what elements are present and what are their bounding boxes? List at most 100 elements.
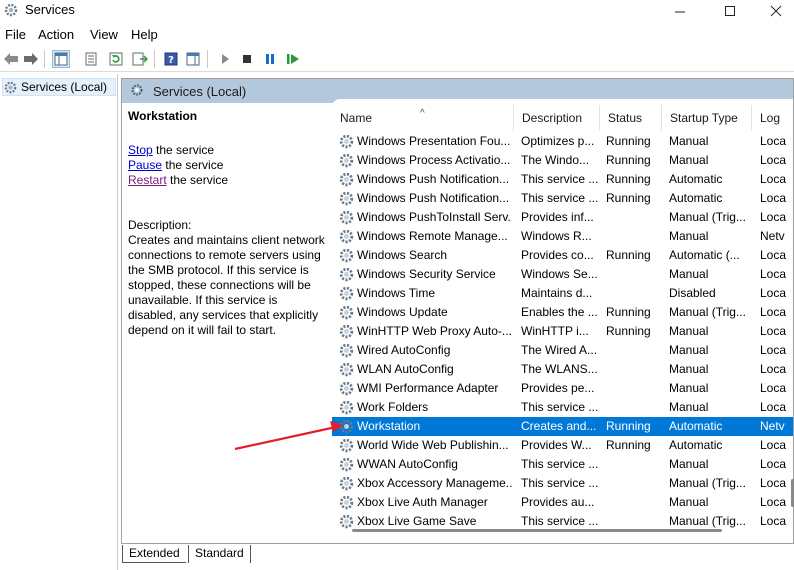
service-gear-icon: [338, 437, 355, 454]
tree-item-services-local[interactable]: Services (Local): [2, 78, 116, 96]
service-gear-icon: [338, 209, 355, 226]
back-button[interactable]: [2, 50, 20, 68]
column-header-description[interactable]: Description: [514, 105, 600, 131]
help-icon: ?: [164, 52, 178, 66]
cell-name: WMI Performance Adapter: [357, 381, 499, 395]
menu-action[interactable]: Action: [38, 27, 74, 42]
cell-desc: This service ...: [521, 400, 599, 414]
service-gear-icon: [338, 342, 355, 359]
cell-desc: Optimizes p...: [521, 134, 595, 148]
restart-service-link[interactable]: Restart: [128, 173, 167, 187]
cell-name: Windows PushToInstall Serv...: [357, 210, 512, 224]
cell-log: Netv: [760, 419, 785, 433]
table-row[interactable]: Wired AutoConfig The Wired A... Manual Loca: [332, 341, 793, 360]
forward-arrow-icon: [24, 53, 38, 65]
table-row[interactable]: WLAN AutoConfig The WLANS... Manual Loca: [332, 360, 793, 379]
table-row[interactable]: WMI Performance Adapter Provides pe... Man…: [332, 379, 793, 398]
cell-startup: Manual: [669, 495, 709, 509]
cell-desc: Provides co...: [521, 248, 594, 262]
table-row[interactable]: Work Folders This service ... Manual Loca: [332, 398, 793, 417]
export-list-button[interactable]: [131, 50, 149, 68]
cell-startup: Manual: [669, 362, 709, 376]
table-row[interactable]: Xbox Live Auth Manager Provides au... Manu…: [332, 493, 793, 512]
refresh-icon: [109, 52, 123, 66]
menu-view[interactable]: View: [90, 27, 118, 42]
cell-desc: Creates and...: [521, 419, 597, 433]
table-row[interactable]: Windows Search Provides co... Running Autom…: [332, 246, 793, 265]
cell-name: Windows Presentation Fou...: [357, 134, 511, 148]
cell-log: Loca: [760, 514, 787, 528]
cell-log: Loca: [760, 153, 787, 167]
cell-log: Loca: [760, 495, 787, 509]
column-header-startup-type[interactable]: Startup Type: [662, 105, 752, 131]
cell-startup: Manual (Trig...: [669, 476, 746, 490]
restart-service-button[interactable]: [284, 50, 302, 68]
table-row[interactable]: Windows Process Activatio... The Windo...…: [332, 151, 793, 170]
minimize-button[interactable]: [657, 0, 703, 22]
cell-log: Loca: [760, 343, 787, 357]
table-row[interactable]: Windows Push Notification... This service…: [332, 170, 793, 189]
column-header-label: Log: [760, 111, 781, 125]
service-gear-icon: [338, 228, 355, 245]
cell-desc: This service ...: [521, 191, 599, 205]
title-bar: Services: [0, 0, 794, 22]
table-row[interactable]: Windows Time Maintains d... Disabled Loca: [332, 284, 793, 303]
pane-header-title: Services (Local): [153, 83, 247, 99]
search-gear-icon: [131, 84, 143, 96]
table-row[interactable]: Workstation Creates and... Running Automati…: [332, 417, 793, 436]
service-description: Creates and maintains client network con…: [128, 233, 325, 337]
toolbar-separator: [207, 50, 208, 68]
pause-service-button[interactable]: [261, 50, 279, 68]
cell-status: Running: [606, 248, 651, 262]
table-row[interactable]: World Wide Web Publishin... Provides W...…: [332, 436, 793, 455]
service-gear-icon: [338, 361, 355, 378]
service-detail-panel: Workstation Stop the service Pause the s…: [128, 109, 326, 338]
menu-help[interactable]: Help: [131, 27, 158, 42]
cell-name: WLAN AutoConfig: [357, 362, 454, 376]
table-row[interactable]: Windows Presentation Fou... Optimizes p..…: [332, 132, 793, 151]
pause-service-link[interactable]: Pause: [128, 158, 162, 172]
menu-file[interactable]: File: [5, 27, 26, 42]
service-gear-icon: [338, 380, 355, 397]
action-pane-button[interactable]: [184, 50, 202, 68]
console-tree-icon: [54, 52, 68, 66]
table-row[interactable]: WinHTTP Web Proxy Auto-... WinHTTP i... Ru…: [332, 322, 793, 341]
column-header-status[interactable]: Status: [600, 105, 662, 131]
show-hide-console-tree-button[interactable]: [52, 50, 70, 68]
start-service-button[interactable]: [216, 50, 234, 68]
refresh-button[interactable]: [107, 50, 125, 68]
cell-desc: This service ...: [521, 514, 599, 528]
column-header-label: Name: [340, 111, 373, 125]
table-row[interactable]: Windows PushToInstall Serv... Provides in…: [332, 208, 793, 227]
tab-standard[interactable]: Standard: [188, 545, 251, 563]
horizontal-scrollbar[interactable]: [352, 529, 722, 532]
cell-log: Netv: [760, 229, 785, 243]
stop-service-link[interactable]: Stop: [128, 143, 153, 157]
svg-text:?: ?: [168, 55, 174, 66]
action-pane-icon: [186, 52, 200, 66]
column-header-name[interactable]: Name ^: [332, 105, 514, 131]
table-row[interactable]: WWAN AutoConfig This service ... Manual Loc…: [332, 455, 793, 474]
table-row[interactable]: Xbox Accessory Manageme... This service .…: [332, 474, 793, 493]
cell-name: Windows Push Notification...: [357, 172, 510, 186]
close-button[interactable]: [753, 0, 794, 22]
table-row[interactable]: Windows Push Notification... This service…: [332, 189, 793, 208]
cell-startup: Manual: [669, 343, 709, 357]
tab-extended[interactable]: Extended: [122, 545, 186, 563]
cell-name: Xbox Live Game Save: [357, 514, 477, 528]
column-header-log-on-as[interactable]: Log: [752, 105, 793, 131]
cell-startup: Manual (Trig...: [669, 514, 746, 528]
service-gear-icon: [338, 171, 355, 188]
table-row[interactable]: Windows Security Service Windows Se... Man…: [332, 265, 793, 284]
table-row[interactable]: Windows Update Enables the ... Running Manu…: [332, 303, 793, 322]
maximize-button[interactable]: [707, 0, 753, 22]
stop-service-button[interactable]: [238, 50, 256, 68]
table-row[interactable]: Windows Remote Manage... Windows R... Manu…: [332, 227, 793, 246]
cell-desc: The Windo...: [521, 153, 590, 167]
help-button[interactable]: ?: [162, 50, 180, 68]
forward-button[interactable]: [22, 50, 40, 68]
cell-startup: Automatic: [669, 172, 723, 186]
cell-status: Running: [606, 305, 651, 319]
service-gear-icon: [338, 152, 355, 169]
properties-button[interactable]: [82, 50, 100, 68]
